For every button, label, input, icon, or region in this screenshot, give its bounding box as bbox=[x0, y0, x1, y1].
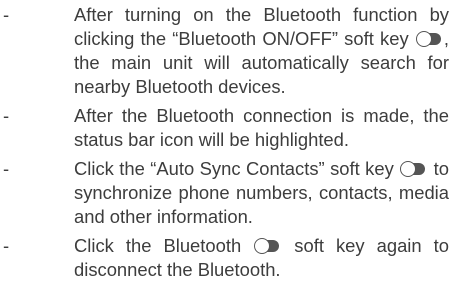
item-text: Click the “Auto Sync Contacts” soft key bbox=[74, 158, 394, 179]
list-item: - Click the Bluetooth soft key again to … bbox=[0, 234, 455, 282]
item-text: Click the Bluetooth bbox=[74, 235, 242, 256]
list-item: - After the Bluetooth connection is made… bbox=[0, 104, 455, 152]
list-bullet: - bbox=[3, 4, 10, 25]
toggle-switch-icon bbox=[254, 238, 281, 254]
list-bullet: - bbox=[3, 158, 10, 179]
toggle-switch-icon bbox=[415, 31, 443, 47]
item-text: After the Bluetooth connection is made, … bbox=[74, 105, 449, 150]
list-item: - Click the “Auto Sync Contacts” soft ke… bbox=[0, 157, 455, 229]
toggle-switch-icon bbox=[400, 161, 427, 177]
list-item: - After turning on the Bluetooth functio… bbox=[0, 3, 455, 99]
item-text: After turning on the Bluetooth function … bbox=[74, 4, 449, 49]
list-bullet: - bbox=[3, 235, 10, 256]
instruction-list: - After turning on the Bluetooth functio… bbox=[0, 0, 455, 301]
list-bullet: - bbox=[3, 105, 10, 126]
